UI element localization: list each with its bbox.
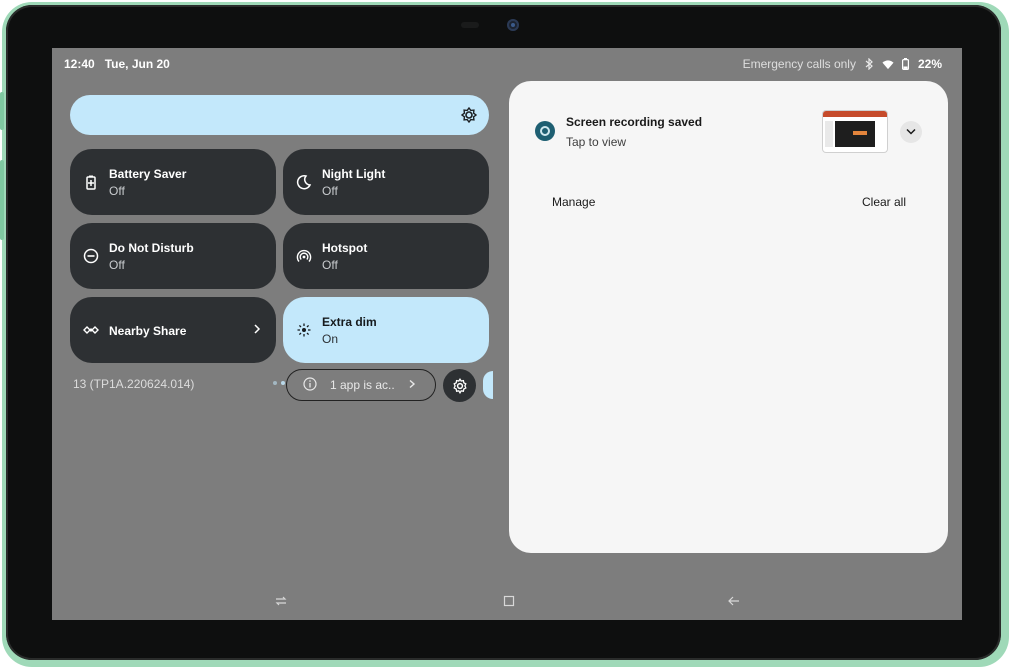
recording-thumbnail[interactable] bbox=[823, 111, 887, 152]
status-bar-right: Emergency calls only 22% bbox=[743, 57, 942, 71]
chevron-right-icon bbox=[254, 324, 261, 334]
tile-state: Off bbox=[109, 184, 125, 198]
tile-night-light[interactable]: Night Light Off bbox=[283, 149, 489, 215]
carrier-text: Emergency calls only bbox=[742, 57, 856, 71]
do-not-disturb-icon bbox=[83, 248, 99, 264]
screen: 12:40 Tue, Jun 20 Emergency calls only 2… bbox=[52, 48, 962, 620]
tile-nearby-share[interactable]: Nearby Share bbox=[70, 297, 276, 363]
notification-title: Screen recording saved bbox=[566, 115, 703, 129]
brightness-slider[interactable] bbox=[70, 95, 489, 135]
status-time: 12:40 bbox=[64, 57, 95, 71]
tile-hotspot[interactable]: Hotspot Off bbox=[283, 223, 489, 289]
hotspot-icon bbox=[296, 249, 312, 262]
build-number[interactable]: 13 (TP1A.220624.014) bbox=[73, 377, 194, 391]
tile-state: On bbox=[322, 332, 339, 346]
tile-state: Off bbox=[109, 258, 125, 272]
tile-state: Off bbox=[322, 258, 338, 272]
active-apps-text: 1 app is ac.. bbox=[330, 378, 395, 392]
notification-screen-recording[interactable]: Screen recording saved Tap to view bbox=[509, 81, 948, 161]
tile-title: Nearby Share bbox=[109, 324, 187, 338]
front-camera bbox=[507, 19, 519, 31]
wifi-icon bbox=[882, 58, 894, 70]
home-icon[interactable] bbox=[502, 594, 516, 608]
chevron-down-icon bbox=[906, 128, 916, 135]
tile-title: Extra dim bbox=[322, 315, 377, 329]
battery-saver-icon bbox=[86, 175, 96, 190]
proximity-sensor bbox=[461, 22, 479, 28]
night-light-icon bbox=[296, 174, 312, 190]
back-icon[interactable] bbox=[727, 594, 741, 608]
power-button bbox=[0, 160, 4, 240]
settings-button[interactable] bbox=[443, 369, 476, 402]
status-bar-left: 12:40 Tue, Jun 20 bbox=[64, 57, 170, 71]
nearby-share-icon bbox=[83, 326, 99, 334]
extra-dim-icon bbox=[297, 323, 311, 337]
battery-percent: 22% bbox=[917, 57, 942, 71]
screen-record-icon bbox=[535, 121, 555, 141]
page-dot-active bbox=[281, 381, 285, 385]
tile-battery-saver[interactable]: Battery Saver Off bbox=[70, 149, 276, 215]
manage-button[interactable]: Manage bbox=[540, 193, 607, 211]
battery-icon bbox=[900, 58, 912, 70]
tile-title: Hotspot bbox=[322, 241, 368, 255]
gear-icon bbox=[453, 378, 467, 394]
tile-title: Night Light bbox=[322, 167, 386, 181]
notification-subtitle: Tap to view bbox=[566, 135, 627, 149]
tile-extra-dim[interactable]: Extra dim On bbox=[283, 297, 489, 363]
brightness-icon bbox=[461, 107, 477, 123]
expand-notification-button[interactable] bbox=[900, 121, 922, 143]
tile-title: Do Not Disturb bbox=[109, 241, 194, 255]
navigation-bar bbox=[52, 588, 962, 614]
page-indicator bbox=[273, 381, 285, 385]
status-date[interactable]: Tue, Jun 20 bbox=[105, 57, 170, 71]
active-apps-chip[interactable]: 1 app is ac.. bbox=[286, 369, 436, 401]
recents-icon[interactable] bbox=[274, 594, 288, 608]
tile-state: Off bbox=[322, 184, 338, 198]
tile-title: Battery Saver bbox=[109, 167, 187, 181]
notification-panel: Screen recording saved Tap to view Manag… bbox=[509, 81, 948, 553]
power-menu-button[interactable] bbox=[483, 371, 493, 399]
page-dot bbox=[273, 381, 277, 385]
bluetooth-icon bbox=[864, 58, 876, 70]
clear-all-button[interactable]: Clear all bbox=[850, 193, 918, 211]
chevron-right-icon bbox=[409, 379, 416, 389]
tile-do-not-disturb[interactable]: Do Not Disturb Off bbox=[70, 223, 276, 289]
info-icon bbox=[303, 377, 317, 391]
volume-button bbox=[0, 92, 4, 130]
